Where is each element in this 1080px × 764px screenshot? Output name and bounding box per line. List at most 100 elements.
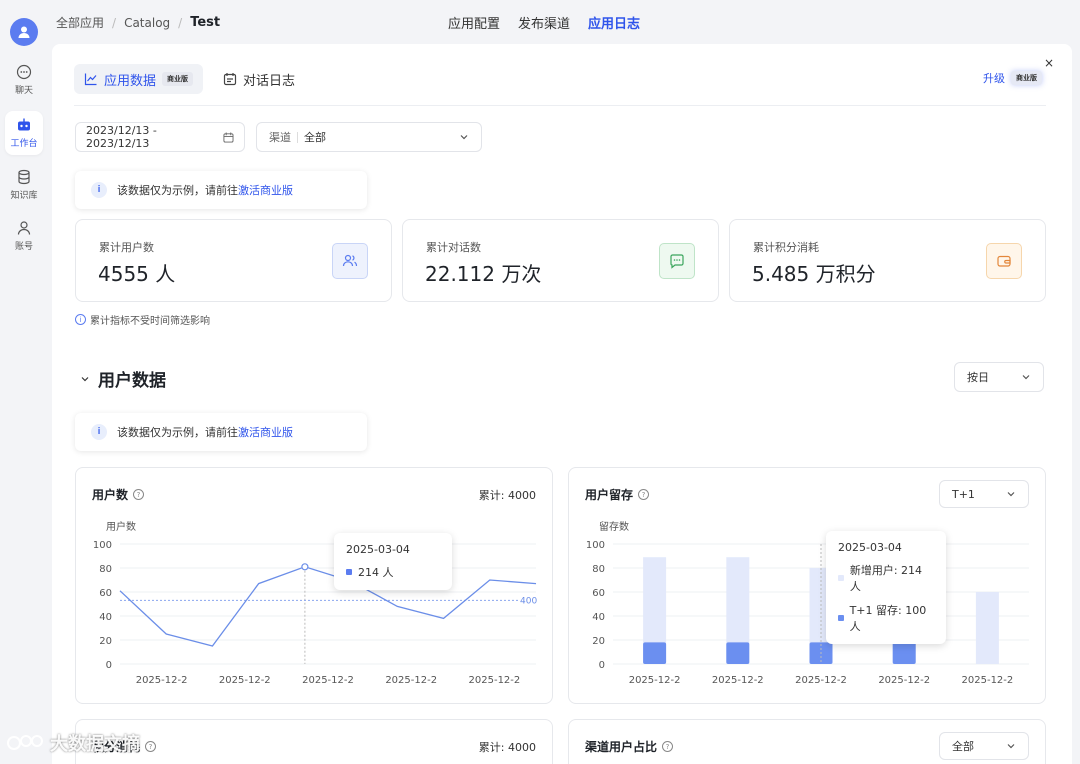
stat-label: 累计积分消耗 (753, 241, 819, 254)
x-tick-label: 2025-12-2 (878, 675, 930, 686)
y-tick-label: 80 (99, 564, 112, 575)
legend-dot (838, 615, 844, 621)
x-tick-label: 2025-12-2 (136, 675, 188, 686)
stat-value: 5.485 万积分 (752, 262, 876, 286)
sidebar-item-knowledge[interactable]: 知识库 (5, 163, 43, 207)
upgrade-badge: 商业版 (1011, 71, 1042, 85)
help-icon[interactable]: ? (145, 741, 157, 752)
card-title-text: 渠道用户占比 (585, 740, 658, 754)
line-chart-icon (84, 73, 97, 86)
sidebar-item-workbench[interactable]: 工作台 (5, 111, 43, 155)
sidebar-item-label: 工作台 (10, 139, 38, 149)
breadcrumb-middle[interactable]: Catalog (124, 16, 170, 30)
channel-ratio-select-value: 全部 (952, 740, 974, 753)
breadcrumb-separator: / (178, 15, 183, 30)
stat-value: 4555 人 (98, 262, 176, 286)
activate-business-link[interactable]: 激活商业版 (238, 184, 293, 197)
tab-app-data-label: 应用数据 (104, 73, 157, 89)
top-bar: 全部应用 / Catalog / Test 应用配置 发布渠道 应用日志 (48, 0, 1080, 42)
tab-app-config[interactable]: 应用配置 (448, 13, 500, 32)
notice-message: 该数据仅为示例，请前往 (117, 426, 238, 439)
calendar-icon (223, 131, 234, 143)
tab-chat-log[interactable]: 对话日志 (213, 64, 305, 94)
card-title: 用户留存 ? (585, 486, 650, 503)
card-title-text: 用户数 (92, 488, 129, 502)
y-tick-label: 20 (99, 636, 112, 647)
notice-message: 该数据仅为示例，请前往 (117, 184, 238, 197)
x-tick-label: 2025-12-2 (712, 675, 764, 686)
y-tick-label: 0 (106, 660, 112, 671)
divider (74, 105, 1046, 106)
breadcrumb-root[interactable]: 全部应用 (56, 14, 104, 31)
activate-business-link[interactable]: 激活商业版 (238, 426, 293, 439)
database-icon (18, 169, 30, 185)
stat-value: 22.112 万次 (425, 262, 542, 286)
x-tick-label: 2025-12-2 (302, 675, 354, 686)
date-range-picker[interactable]: 2023/12/13 - 2023/12/13 (75, 122, 245, 152)
main-panel: × 应用数据 商业版 对话日志 升级 商业版 2023/12/13 - 2023… (52, 44, 1072, 764)
user-data-section-toggle[interactable]: 用户数据 (80, 366, 166, 391)
breadcrumb: 全部应用 / Catalog / Test (56, 14, 220, 31)
card-total-label: 累计: (478, 741, 508, 754)
y-tick-label: 100 (93, 540, 112, 551)
x-tick-label: 2025-12-2 (385, 675, 437, 686)
reference-label: 400 (520, 596, 537, 606)
y-axis-title: 用户数 (106, 520, 136, 533)
retention-select-value: T+1 (952, 487, 975, 501)
watermark-text: 大数据文摘 (50, 734, 140, 755)
stat-card-points: 累计积分消耗 5.485 万积分 (729, 219, 1046, 302)
channel-chart-card: 渠道用户占比 ? 全部 (568, 719, 1046, 764)
card-title: 用户数 ? (92, 486, 145, 503)
sidebar-item-chat[interactable]: 聊天 (5, 58, 43, 102)
help-icon[interactable]: ? (133, 489, 145, 500)
tab-app-log[interactable]: 应用日志 (588, 13, 640, 32)
chevron-down-icon (81, 376, 89, 381)
retention-chart-card: 留存数 0 20 40 60 80 100 2025-12-2 2025-12-2 2025-12… (568, 467, 1046, 704)
period-select[interactable]: 按日 (954, 362, 1044, 392)
cumulative-hint: i 累计指标不受时间筛选影响 (75, 312, 210, 327)
hint-text: 累计指标不受时间筛选影响 (90, 316, 210, 327)
date-range-value: 2023/12/13 - 2023/12/13 (86, 124, 157, 150)
info-icon: i (91, 182, 107, 198)
upgrade-button[interactable]: 升级 商业版 (983, 70, 1042, 86)
help-icon[interactable]: ? (662, 741, 674, 752)
tab-chat-log-label: 对话日志 (243, 73, 296, 89)
retention-select[interactable]: T+1 (939, 480, 1029, 508)
watermark-logo-icon (7, 735, 43, 750)
users-chart-card: 用户数 0 20 40 60 80 100 2025-12-2 2025-12-2 2025-12… (75, 467, 553, 704)
sidebar-item-label: 知识库 (10, 191, 38, 201)
x-tick-label: 2025-12-2 (629, 675, 681, 686)
calendar-log-icon (223, 73, 237, 86)
upgrade-label: 升级 (983, 72, 1005, 85)
period-select-value: 按日 (967, 371, 989, 384)
notice-text: 该数据仅为示例，请前往激活商业版 (117, 424, 293, 440)
users-chart-tooltip: 2025-03-04 214 人 (334, 533, 452, 590)
card-total: 累计: 4000 (479, 487, 536, 503)
sidebar-item-account[interactable]: 账号 (5, 214, 43, 258)
tab-app-data[interactable]: 应用数据 商业版 (74, 64, 204, 94)
stat-label: 累计用户数 (99, 241, 154, 254)
tab-publish-channel[interactable]: 发布渠道 (518, 13, 570, 32)
x-tick-label: 2025-12-2 (469, 675, 521, 686)
y-tick-label: 40 (592, 612, 605, 623)
sidebar-item-label: 聊天 (14, 86, 33, 96)
channel-select[interactable]: 渠道 全部 (256, 122, 482, 152)
y-axis-title: 留存数 (599, 520, 629, 533)
watermark: 大数据文摘 (6, 730, 140, 756)
card-title: 渠道用户占比 ? (585, 738, 674, 755)
chevron-down-icon (1022, 375, 1030, 380)
channel-select-value: 全部 (304, 131, 326, 144)
sidebar-item-label: 账号 (14, 242, 33, 252)
channel-ratio-select[interactable]: 全部 (939, 732, 1029, 760)
info-icon: i (75, 314, 86, 325)
users-icon (332, 243, 368, 279)
close-button[interactable]: × (1044, 56, 1054, 70)
bar-retention (643, 642, 667, 664)
help-icon[interactable]: ? (638, 489, 650, 500)
user-avatar[interactable] (10, 18, 38, 46)
user-icon (17, 221, 31, 235)
chat-icon (16, 64, 32, 80)
tooltip-value: 214 人 (358, 566, 394, 579)
wallet-icon (986, 243, 1022, 279)
demo-notice: i 该数据仅为示例，请前往激活商业版 (75, 171, 367, 209)
